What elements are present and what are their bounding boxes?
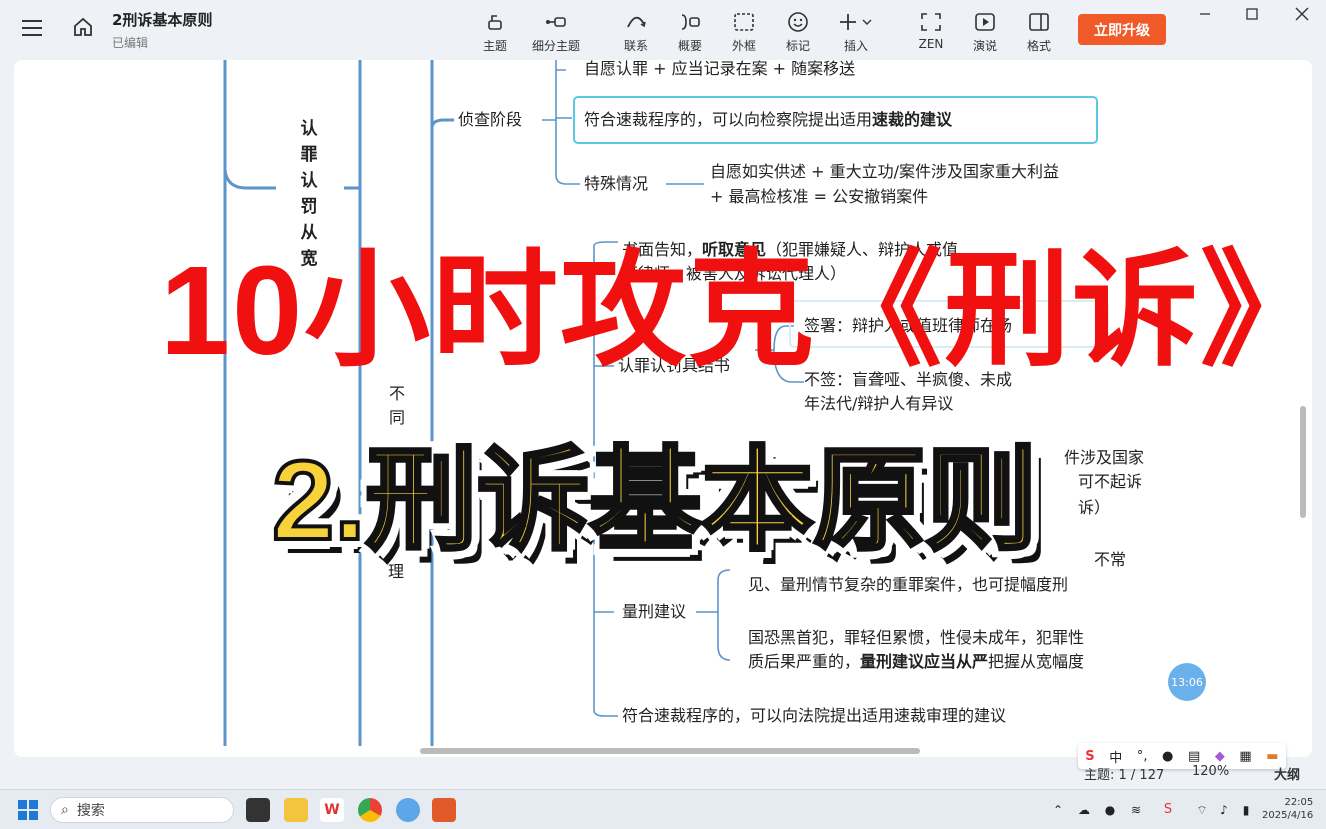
toolbar-zen-button[interactable]: ZEN <box>903 10 959 51</box>
node-record[interactable]: 自愿认罪 + 应当记录在案 + 随案移送 <box>584 60 855 81</box>
summary-icon <box>662 10 718 34</box>
ime-tool-icon[interactable]: ▬ <box>1266 749 1278 764</box>
zen-icon <box>903 10 959 34</box>
fragment-3: 诉） <box>1078 498 1111 517</box>
ime-grid-icon[interactable]: ▦ <box>1239 749 1251 764</box>
battery-icon[interactable]: ▮ <box>1234 798 1258 822</box>
toolbar-present-button[interactable]: 演说 <box>957 10 1013 54</box>
tray-expand-icon[interactable]: ⌃ <box>1046 798 1070 822</box>
wps-icon[interactable]: W <box>320 798 344 822</box>
sentence-fragment: 不常 <box>1094 550 1127 569</box>
toolbar-format-button[interactable]: 格式 <box>1011 10 1067 54</box>
outline-button[interactable]: 大纲 <box>1274 764 1300 783</box>
overlay-title-red: 10小时攻克《刑诉》 <box>160 240 1326 381</box>
mindmap-canvas[interactable]: 认 罪 认 罚 从 宽 不 同 理 侦查阶段 自愿认罪 + 应当记录在案 + 随… <box>14 60 1312 757</box>
node-fast-track-court[interactable]: 符合速裁程序的，可以向法院提出适用速裁审理的建议 <box>622 704 1006 728</box>
document-status: 已编辑 <box>112 36 149 50</box>
subtopic-icon <box>528 10 584 34</box>
home-icon[interactable] <box>72 16 94 38</box>
file-explorer-icon[interactable] <box>284 798 308 822</box>
volume-icon[interactable]: ♪ <box>1212 798 1236 822</box>
special-case-topic[interactable]: 特殊情况 <box>584 172 648 196</box>
present-icon <box>957 10 1013 34</box>
chrome-icon[interactable] <box>358 798 382 822</box>
relation-icon <box>608 10 664 34</box>
search-icon: ⌕ <box>61 802 69 818</box>
special-case-line1: 自愿如实供述 + 重大立功/案件涉及国家重大利益 <box>710 162 1059 181</box>
sentence-line2: 见、量刑情节复杂的重罪案件，也可提幅度刑 <box>748 575 1069 594</box>
toolbar-topic-button[interactable]: 主题 <box>467 10 523 54</box>
title-bar: 2刑诉基本原则 已编辑 主题 细分主题 联系 概要 外框 标记 插入 ZEN 演… <box>0 0 1326 60</box>
topic-icon <box>467 10 523 34</box>
xmind-icon[interactable] <box>432 798 456 822</box>
topic-count: 主题: 1 / 127 <box>1084 768 1165 783</box>
document-title[interactable]: 2刑诉基本原则 <box>112 9 212 30</box>
cloud-icon[interactable]: ☁ <box>1072 798 1096 822</box>
format-icon <box>1011 10 1067 34</box>
boundary-icon <box>716 10 772 34</box>
fragment-1: 件涉及国家 <box>1064 448 1145 467</box>
strict-line2: 质后果严重的，量刑建议应当从严把握从宽幅度 <box>748 652 1085 671</box>
strict-line1: 国恐黑首犯，罪轻但累惯，性侵未成年，犯罪性 <box>748 628 1085 647</box>
toolbar-marker-button[interactable]: 标记 <box>770 10 826 54</box>
toolbar-relation-button[interactable]: 联系 <box>608 10 664 54</box>
taskbar: ⌕ 搜索 W ⌃ ☁ ● ≋ S ⌔ ♪ ▮ <box>0 789 1326 829</box>
mic-icon[interactable]: ● <box>1098 798 1122 822</box>
stage-topic[interactable]: 侦查阶段 <box>458 108 522 132</box>
maximize-icon[interactable] <box>1244 6 1260 22</box>
ime-keyboard-icon[interactable]: ▤ <box>1188 749 1200 764</box>
windows-start-icon[interactable] <box>16 798 40 822</box>
fragment-2: 可不起诉 <box>1078 472 1143 491</box>
ime-punct[interactable]: °, <box>1137 749 1148 764</box>
special-case-line2: + 最高检核准 = 公安撤销案件 <box>710 187 929 206</box>
toolbar-boundary-button[interactable]: 外框 <box>716 10 772 54</box>
ime-lang[interactable]: 中 <box>1109 747 1122 766</box>
node-fast-track-prosecutor[interactable]: 符合速裁程序的，可以向检察院提出适用速裁的建议 <box>584 108 952 132</box>
upgrade-button[interactable]: 立即升级 <box>1078 14 1166 45</box>
toolbar-insert-button[interactable]: 插入 <box>828 10 884 54</box>
toolbar-subtopic-button[interactable]: 细分主题 <box>528 10 584 54</box>
timer-badge[interactable]: 13:06 <box>1168 663 1206 701</box>
ime-mic-icon[interactable]: ● <box>1162 749 1173 764</box>
menu-icon[interactable] <box>22 20 42 36</box>
ime-tray-icon[interactable]: S <box>1156 798 1180 822</box>
wifi-icon[interactable]: ⌔ <box>1190 798 1214 822</box>
horizontal-scrollbar[interactable] <box>420 748 920 754</box>
toolbar-summary-button[interactable]: 概要 <box>662 10 718 54</box>
app-icon[interactable] <box>396 798 420 822</box>
task-view-icon[interactable] <box>246 798 270 822</box>
taskbar-clock[interactable]: 22:05 2025/4/16 <box>1262 796 1313 822</box>
ime-skin-icon[interactable]: ◆ <box>1215 749 1225 764</box>
mindmap-connectors <box>223 60 804 746</box>
zoom-level[interactable]: 120% <box>1192 764 1229 779</box>
no-sign-line2: 年法代/辩护人有异议 <box>804 394 954 413</box>
insert-icon <box>828 10 884 34</box>
overlay-title-yellow: 2.刑诉基本原则 <box>270 436 1039 565</box>
minimize-icon[interactable] <box>1197 6 1213 22</box>
marker-icon <box>770 10 826 34</box>
ime-logo-icon[interactable]: S <box>1085 749 1094 764</box>
taskbar-search[interactable]: ⌕ 搜索 <box>50 797 234 823</box>
network-icon[interactable]: ≋ <box>1124 798 1148 822</box>
vertical-scrollbar[interactable] <box>1300 406 1306 518</box>
close-icon[interactable] <box>1294 6 1310 22</box>
sentence-topic[interactable]: 量刑建议 <box>622 600 686 624</box>
branch-topic[interactable]: 不 同 <box>386 382 408 430</box>
